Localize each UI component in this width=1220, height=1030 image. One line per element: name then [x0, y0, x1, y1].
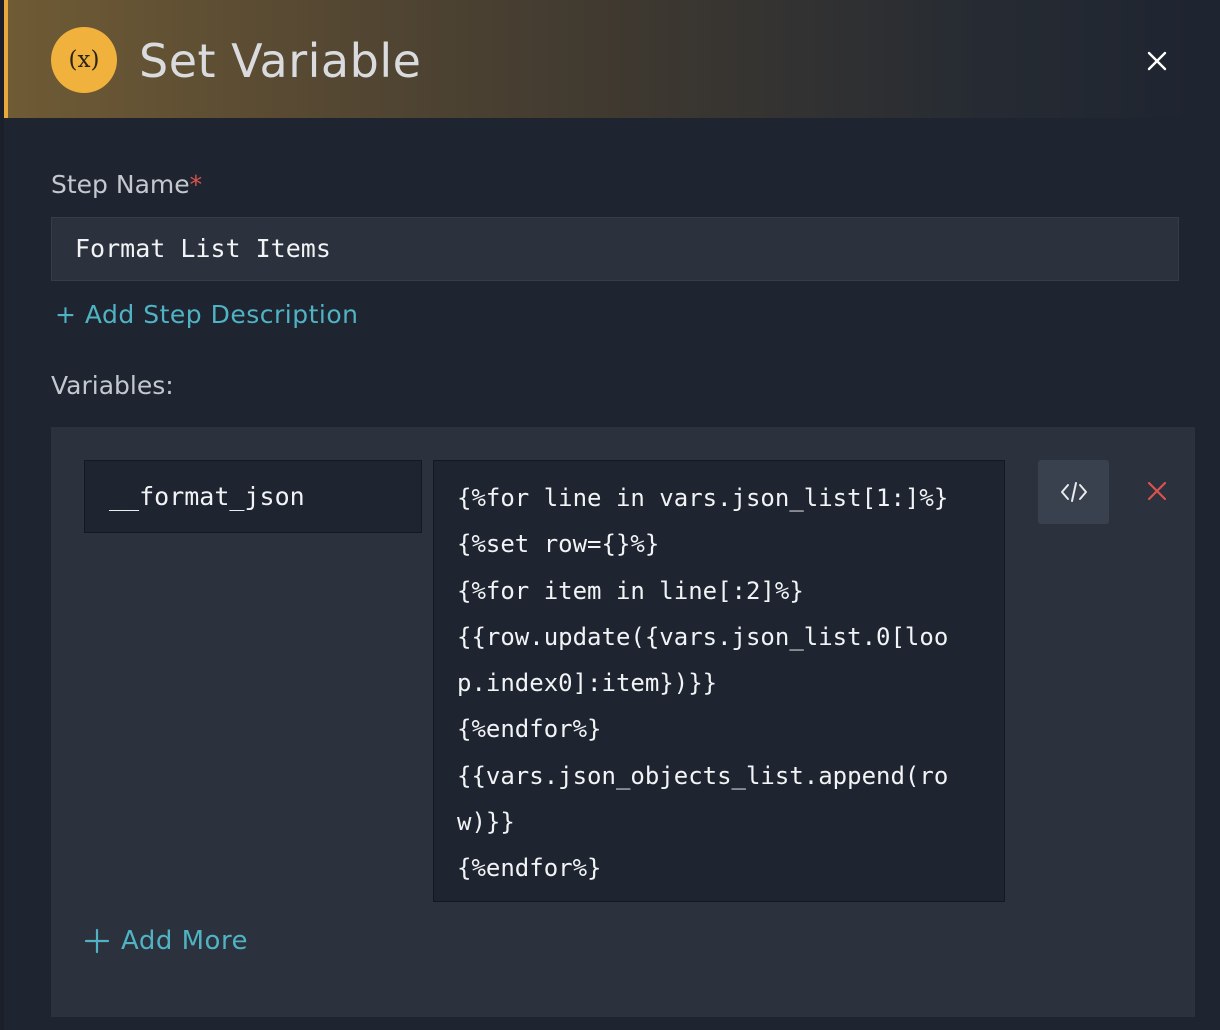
step-name-label-text: Step Name: [51, 170, 190, 199]
dialog-title: Set Variable: [139, 34, 422, 88]
add-step-description-link[interactable]: + Add Step Description: [55, 300, 359, 329]
add-more-button[interactable]: Add More: [84, 926, 248, 956]
required-mark: *: [189, 170, 203, 199]
variable-name-input[interactable]: __format_json: [84, 460, 422, 533]
code-icon: [1061, 482, 1087, 502]
variable-value-editor[interactable]: {%for line in vars.json_list[1:]%} {%set…: [433, 460, 1005, 902]
set-variable-dialog: (x) Set Variable Step Name* Format List …: [0, 0, 1220, 1030]
close-icon: [1147, 51, 1167, 71]
code-editor-button[interactable]: [1038, 460, 1109, 524]
variable-icon: (x): [51, 27, 117, 93]
step-name-label: Step Name*: [51, 170, 202, 199]
add-more-label: Add More: [121, 926, 249, 956]
dialog-header: (x) Set Variable: [4, 0, 1220, 118]
step-name-input[interactable]: Format List Items: [51, 217, 1179, 281]
close-button[interactable]: [1140, 44, 1174, 78]
plus-icon: [84, 928, 110, 954]
remove-variable-button[interactable]: [1146, 480, 1168, 502]
remove-icon: [1147, 481, 1167, 501]
variables-label: Variables:: [51, 371, 174, 400]
